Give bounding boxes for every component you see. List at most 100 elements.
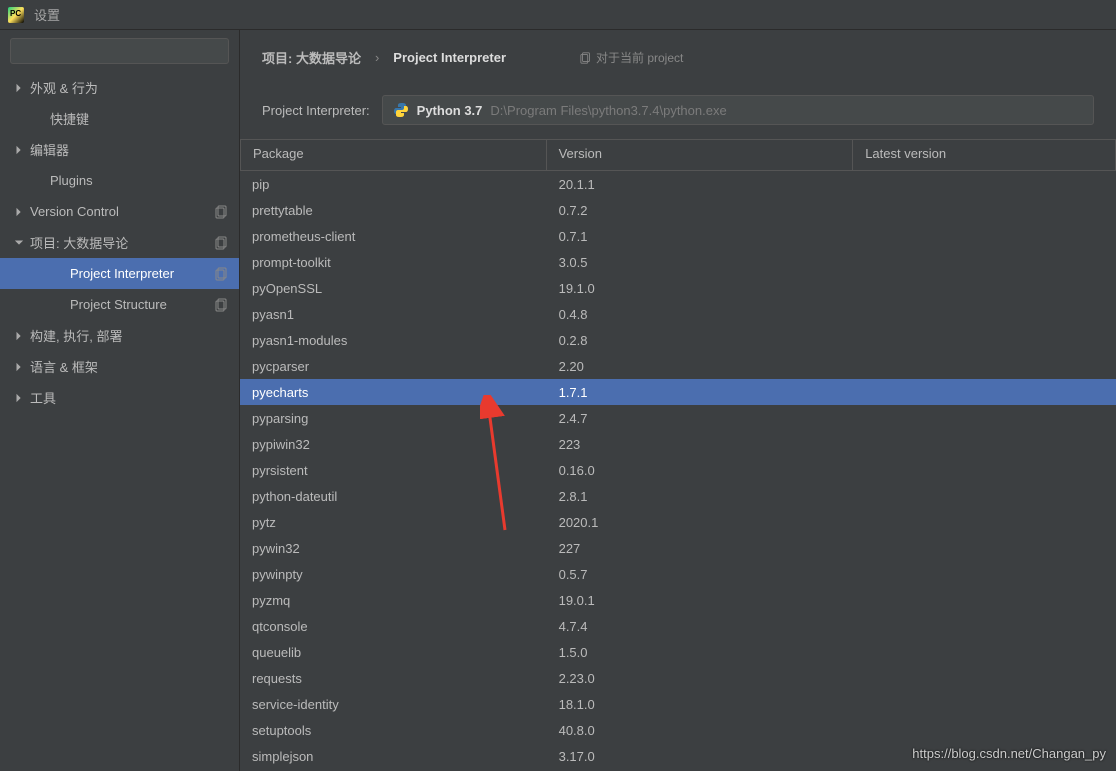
python-icon [393,102,409,118]
sidebar-item[interactable]: Version Control [0,196,239,227]
sidebar-item[interactable]: 项目: 大数据导论 [0,227,239,258]
table-row[interactable]: pyzmq19.0.1 [240,587,1116,613]
sidebar-item-label: Project Interpreter [70,266,215,281]
table-row[interactable]: prometheus-client0.7.1 [240,223,1116,249]
table-row[interactable]: pyrsistent0.16.0 [240,457,1116,483]
chevron-right-icon [14,83,24,93]
sidebar-item[interactable]: 外观 & 行为 [0,72,239,103]
table-row[interactable]: prettytable0.7.2 [240,197,1116,223]
copy-icon [215,267,229,281]
table-row[interactable]: service-identity18.1.0 [240,691,1116,717]
cell-version: 0.7.2 [547,203,854,218]
cell-name: simplejson [240,749,547,764]
interpreter-select[interactable]: Python 3.7 D:\Program Files\python3.7.4\… [382,95,1094,125]
copy-icon [580,52,592,64]
table-row[interactable]: pyOpenSSL19.1.0 [240,275,1116,301]
cell-version: 2.8.1 [547,489,854,504]
copy-icon [215,205,229,219]
chevron-right-icon [14,145,24,155]
context-note: 对于当前 project [580,49,683,66]
settings-search-input[interactable] [10,38,229,64]
cell-version: 18.1.0 [547,697,854,712]
sidebar-item-label: Plugins [50,173,239,188]
table-row[interactable]: requests2.23.0 [240,665,1116,691]
col-package[interactable]: Package [240,139,547,171]
sidebar-item[interactable]: 语言 & 框架 [0,351,239,382]
sidebar-item[interactable]: Project Interpreter [0,258,239,289]
table-row[interactable]: pywin32227 [240,535,1116,561]
cell-version: 3.0.5 [547,255,854,270]
table-row[interactable]: pywinpty0.5.7 [240,561,1116,587]
cell-name: pip [240,177,547,192]
table-body[interactable]: pip20.1.1prettytable0.7.2prometheus-clie… [240,171,1116,771]
cell-version: 1.7.1 [547,385,854,400]
cell-version: 40.8.0 [547,723,854,738]
cell-version: 0.5.7 [547,567,854,582]
table-row[interactable]: simplejson3.17.0 [240,743,1116,769]
cell-version: 19.0.1 [547,593,854,608]
sidebar-item-label: 外观 & 行为 [30,78,239,97]
window-title: 设置 [34,5,60,24]
copy-icon [215,236,229,250]
table-row[interactable]: queuelib1.5.0 [240,639,1116,665]
cell-name: qtconsole [240,619,547,634]
chevron-down-icon [14,238,24,248]
table-row[interactable]: pip20.1.1 [240,171,1116,197]
cell-name: pywin32 [240,541,547,556]
breadcrumb-active: Project Interpreter [393,50,506,65]
cell-version: 2.20 [547,359,854,374]
cell-version: 0.2.8 [547,333,854,348]
col-latest[interactable]: Latest version [853,139,1116,171]
cell-version: 0.4.8 [547,307,854,322]
interpreter-path: D:\Program Files\python3.7.4\python.exe [490,103,726,118]
sidebar-item-label: Version Control [30,204,215,219]
interpreter-name: Python 3.7 [417,103,483,118]
cell-name: pyasn1-modules [240,333,547,348]
sidebar-item[interactable]: 构建, 执行, 部署 [0,320,239,351]
cell-name: requests [240,671,547,686]
sidebar-item-label: Project Structure [70,297,215,312]
cell-name: pypiwin32 [240,437,547,452]
table-row[interactable]: pyecharts1.7.1 [240,379,1116,405]
cell-version: 4.7.4 [547,619,854,634]
sidebar-item[interactable]: Project Structure [0,289,239,320]
col-version[interactable]: Version [547,139,854,171]
table-row[interactable]: setuptools40.8.0 [240,717,1116,743]
cell-name: pyrsistent [240,463,547,478]
sidebar-item[interactable]: 编辑器 [0,134,239,165]
sidebar-item-label: 工具 [30,388,239,407]
interpreter-label: Project Interpreter: [262,103,370,118]
cell-version: 227 [547,541,854,556]
sidebar-item-label: 快捷键 [50,109,239,128]
cell-name: prometheus-client [240,229,547,244]
title-bar: 设置 [0,0,1116,30]
table-header: Package Version Latest version [240,139,1116,171]
cell-version: 1.5.0 [547,645,854,660]
sidebar-item[interactable]: 工具 [0,382,239,413]
table-row[interactable]: pypiwin32223 [240,431,1116,457]
cell-version: 2.23.0 [547,671,854,686]
sidebar-item-label: 构建, 执行, 部署 [30,326,239,345]
cell-version: 2.4.7 [547,411,854,426]
cell-name: pywinpty [240,567,547,582]
table-row[interactable]: python-dateutil2.8.1 [240,483,1116,509]
settings-tree[interactable]: 外观 & 行为快捷键编辑器 Plugins Version Control 项目: 大… [0,72,239,771]
table-row[interactable]: pytz2020.1 [240,509,1116,535]
cell-name: service-identity [240,697,547,712]
cell-version: 20.1.1 [547,177,854,192]
cell-name: pyOpenSSL [240,281,547,296]
settings-main: 项目: 大数据导论 › Project Interpreter 对于当前 pro… [240,30,1116,771]
copy-icon [215,298,229,312]
table-row[interactable]: qtconsole4.7.4 [240,613,1116,639]
cell-version: 19.1.0 [547,281,854,296]
table-row[interactable]: prompt-toolkit3.0.5 [240,249,1116,275]
sidebar-item[interactable]: 快捷键 [0,103,239,134]
settings-sidebar: 外观 & 行为快捷键编辑器 Plugins Version Control 项目: 大… [0,30,240,771]
chevron-right-icon [14,362,24,372]
table-row[interactable]: pyasn1-modules0.2.8 [240,327,1116,353]
table-row[interactable]: pyparsing2.4.7 [240,405,1116,431]
table-row[interactable]: pycparser2.20 [240,353,1116,379]
sidebar-item[interactable]: Plugins [0,165,239,196]
cell-name: queuelib [240,645,547,660]
table-row[interactable]: pyasn10.4.8 [240,301,1116,327]
